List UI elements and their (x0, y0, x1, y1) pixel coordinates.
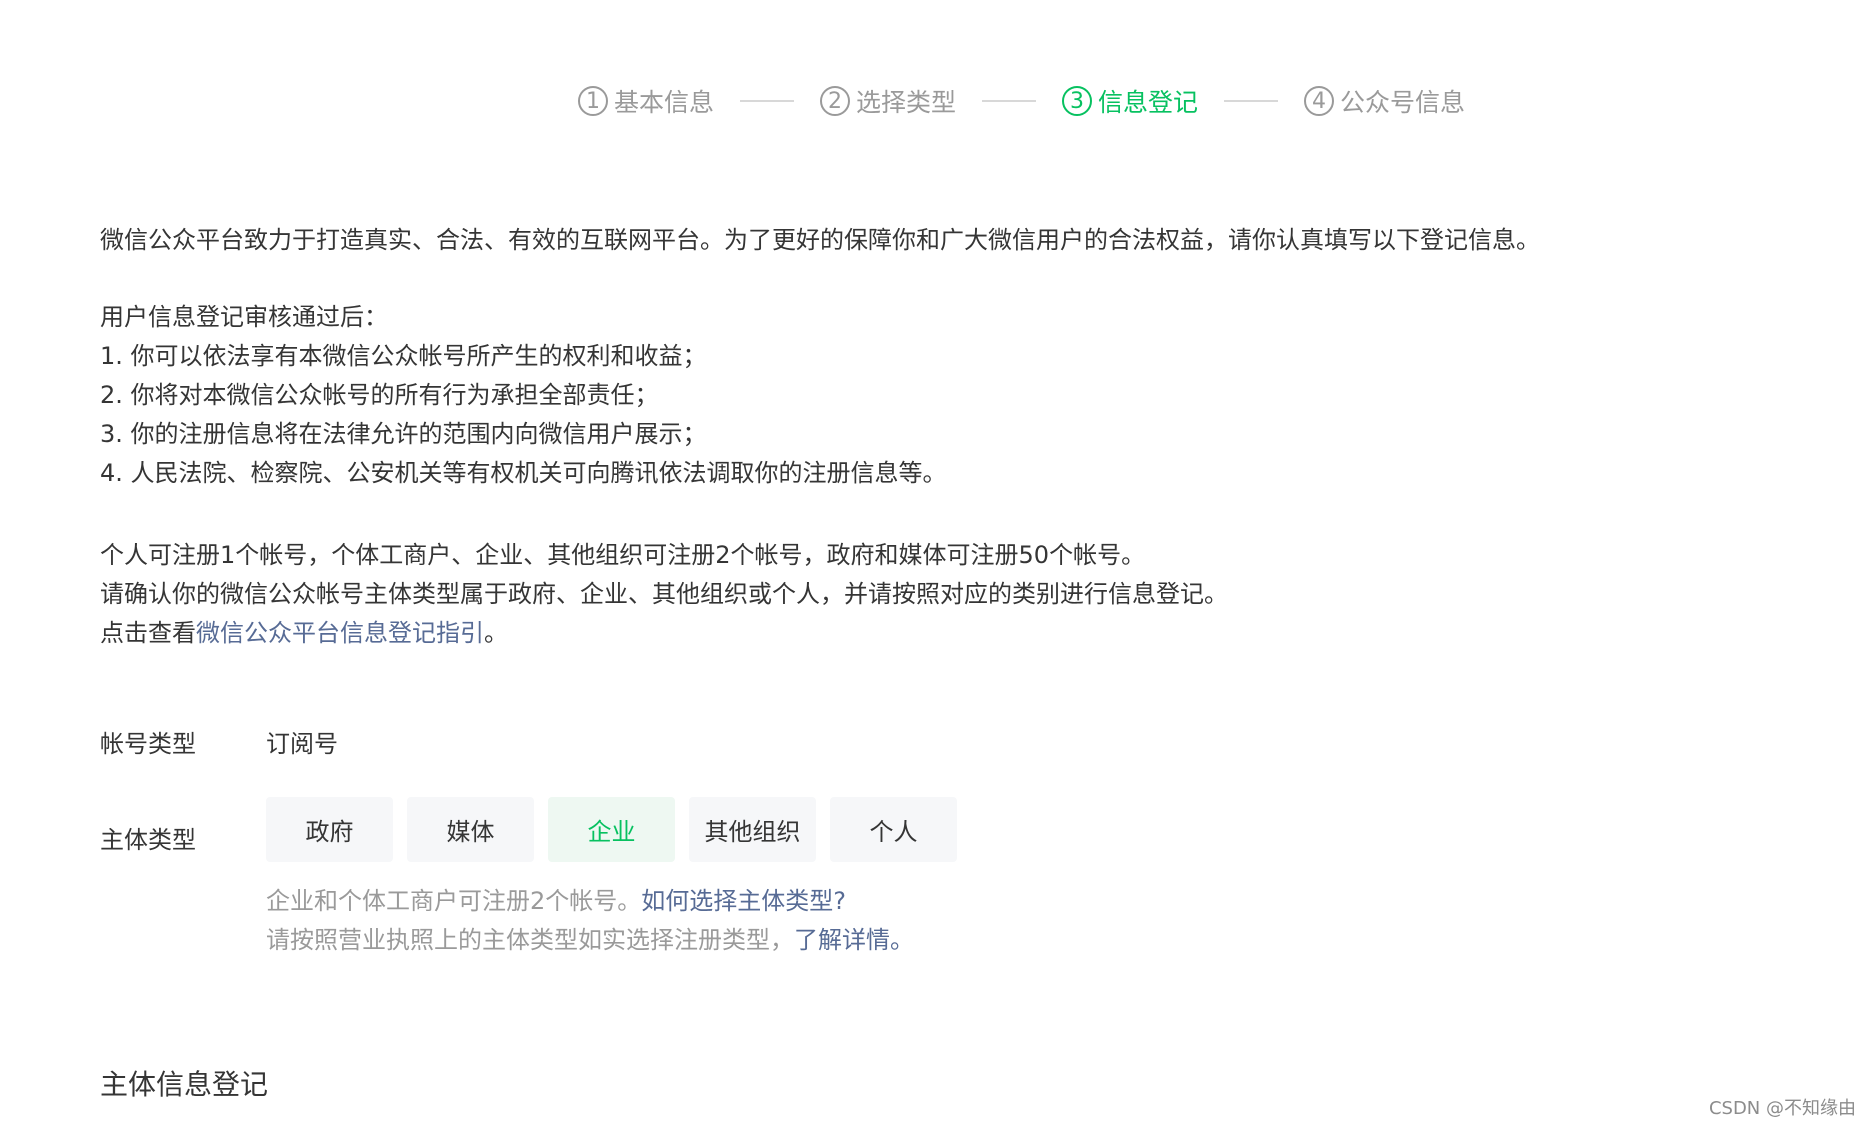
subject-option-other-org[interactable]: 其他组织 (689, 797, 816, 862)
step-label: 选择类型 (856, 88, 957, 117)
step-select-type: 2 选择类型 (820, 83, 956, 119)
how-to-choose-link[interactable]: 如何选择主体类型? (641, 887, 846, 915)
step-number: 2 (820, 86, 851, 116)
step-label: 公众号信息 (1340, 88, 1466, 117)
after-review-item: 4. 人民法院、检察院、公安机关等有权机关可向腾讯依法调取你的注册信息等。 (100, 459, 947, 487)
limits-line-1: 个人可注册1个帐号，个体工商户、企业、其他组织可注册2个帐号，政府和媒体可注册5… (100, 541, 1146, 569)
tip-1-text: 企业和个体工商户可注册2个帐号。 (266, 887, 642, 915)
subject-option-government[interactable]: 政府 (266, 797, 393, 862)
step-divider (982, 100, 1037, 102)
account-type-value: 订阅号 (266, 730, 338, 758)
after-review-item: 1. 你可以依法享有本微信公众帐号所产生的权利和收益； (100, 342, 707, 370)
step-info-registration: 3 信息登记 (1062, 83, 1198, 119)
watermark: CSDN @不知缘由 (1708, 1098, 1856, 1119)
step-number: 1 (578, 86, 608, 116)
subject-type-options: 政府 媒体 企业 其他组织 个人 (266, 797, 957, 862)
learn-more-link[interactable]: 了解详情。 (794, 926, 914, 954)
tip-2-text: 请按照营业执照上的主体类型如实选择注册类型， (266, 926, 794, 954)
limits-block: 个人可注册1个帐号，个体工商户、企业、其他组织可注册2个帐号，政府和媒体可注册5… (100, 536, 1228, 653)
subject-option-individual[interactable]: 个人 (830, 797, 957, 862)
tip-line-2: 请按照营业执照上的主体类型如实选择注册类型，了解详情。 (266, 921, 914, 960)
guide-prefix: 点击查看 (100, 619, 196, 647)
step-number: 4 (1304, 86, 1335, 116)
subject-type-label: 主体类型 (100, 826, 196, 854)
account-type-label: 帐号类型 (100, 730, 196, 758)
intro-text: 微信公众平台致力于打造真实、合法、有效的互联网平台。为了更好的保障你和广大微信用… (100, 226, 1540, 254)
after-review-item: 2. 你将对本微信公众帐号的所有行为承担全部责任； (100, 381, 659, 409)
guide-suffix: 。 (484, 619, 508, 647)
subject-option-media[interactable]: 媒体 (407, 797, 534, 862)
step-label: 信息登记 (1098, 88, 1199, 117)
limits-line-3: 点击查看微信公众平台信息登记指引。 (100, 614, 1228, 653)
after-review-item: 3. 你的注册信息将在法律允许的范围内向微信用户展示； (100, 420, 707, 448)
step-basic-info: 1 基本信息 (578, 83, 714, 119)
step-divider (740, 100, 795, 102)
after-review-block: 用户信息登记审核通过后： 1. 你可以依法享有本微信公众帐号所产生的权利和收益；… (100, 298, 947, 493)
subject-option-enterprise[interactable]: 企业 (548, 797, 675, 862)
step-label: 基本信息 (614, 88, 715, 117)
subject-type-tips: 企业和个体工商户可注册2个帐号。如何选择主体类型? 请按照营业执照上的主体类型如… (266, 882, 914, 960)
limits-line-2: 请确认你的微信公众帐号主体类型属于政府、企业、其他组织或个人，并请按照对应的类别… (100, 580, 1228, 608)
section-title: 主体信息登记 (100, 1068, 269, 1101)
step-divider (1224, 100, 1279, 102)
registration-guide-link[interactable]: 微信公众平台信息登记指引 (196, 619, 484, 647)
tip-line-1: 企业和个体工商户可注册2个帐号。如何选择主体类型? (266, 882, 914, 921)
after-review-heading: 用户信息登记审核通过后： (100, 303, 388, 331)
step-number: 3 (1062, 86, 1093, 116)
registration-steps: 1 基本信息 2 选择类型 3 信息登记 4 公众号信息 (578, 80, 1465, 122)
step-account-info: 4 公众号信息 (1304, 83, 1465, 119)
